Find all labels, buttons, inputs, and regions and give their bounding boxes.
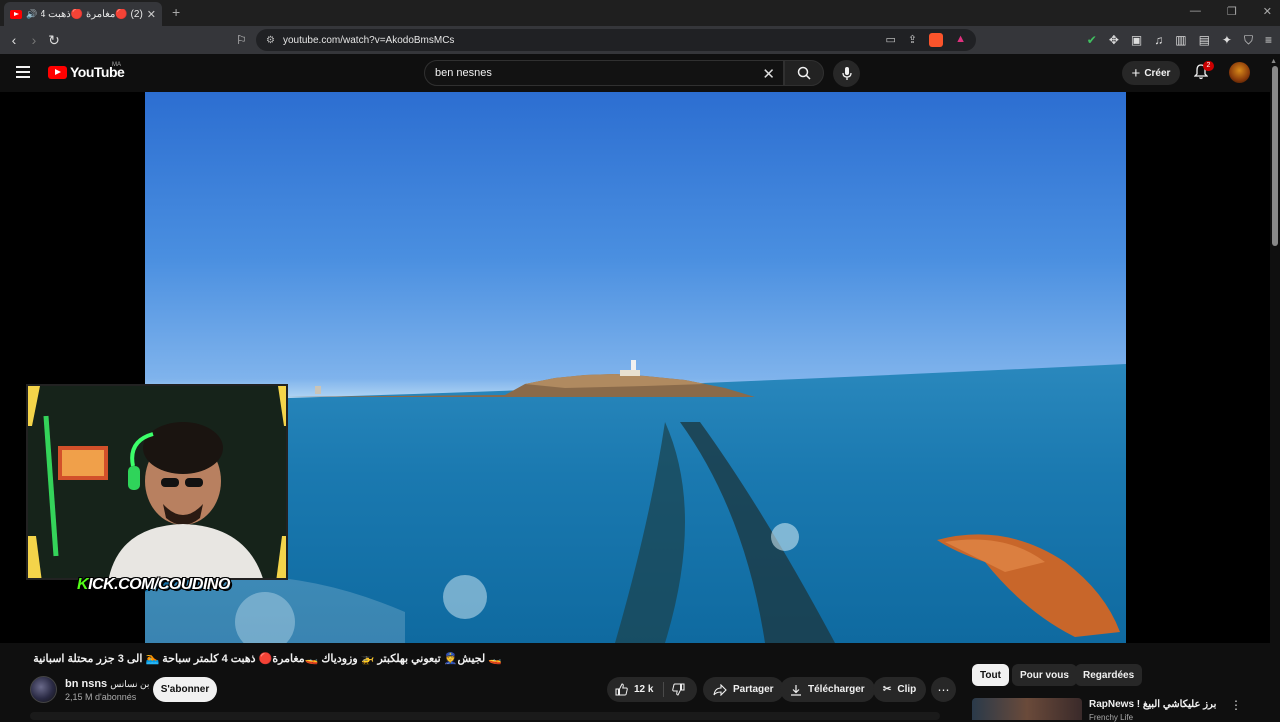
browser-tab-bar: 🔊 (2) 🔴مغامرة 🔴ذهبت 4 كلمتر ✕ + — ❐ ✕ <box>0 0 1280 26</box>
video-title: 🚤 لجيش👮 تبعوني بهلكبتر 🚁 وزودياك 🚤مغامرة… <box>32 653 502 665</box>
search-button[interactable] <box>784 60 824 86</box>
notification-badge: 2 <box>1203 61 1214 71</box>
share-icon[interactable]: ⇪ <box>908 33 917 47</box>
hamburger-menu-icon[interactable] <box>16 66 30 78</box>
share-arrow-icon <box>713 683 727 696</box>
recommendation-title[interactable]: RapNews ! برز عليكاشي البيغ <box>1089 699 1216 710</box>
download-icon <box>791 684 801 696</box>
media-icon[interactable]: ♫ <box>1154 33 1163 48</box>
clip-label: Clip <box>897 684 917 695</box>
kick-channel-overlay: KICK.COM/COUDINO <box>73 574 234 596</box>
extensions-icon[interactable]: ✥ <box>1109 33 1119 48</box>
search-input[interactable] <box>435 67 755 79</box>
kick-letter: K <box>77 576 89 593</box>
cast-icon[interactable]: ▭ <box>885 33 895 47</box>
address-bar-actions: ▭ ⇪ ▲ <box>885 33 966 47</box>
thumbs-down-icon <box>672 683 685 696</box>
video-scene <box>145 360 1126 643</box>
more-actions-button[interactable]: ⋯ <box>931 677 956 702</box>
close-window-button[interactable]: ✕ <box>1263 5 1272 18</box>
chip-watched[interactable]: Regardées <box>1075 664 1143 686</box>
like-button[interactable]: 12 k <box>607 682 665 697</box>
window-controls: — ❐ ✕ <box>1190 5 1272 18</box>
channel-avatar[interactable] <box>30 676 57 703</box>
kick-url: ICK.COM/COUDINO <box>88 576 230 593</box>
search-box: ✕ <box>424 60 784 86</box>
shield-icon[interactable]: ⛉ <box>1244 33 1253 48</box>
clear-search-icon[interactable]: ✕ <box>762 65 775 83</box>
video-frame[interactable] <box>145 92 1126 643</box>
recommendation-more-icon[interactable]: ⋮ <box>1230 698 1242 712</box>
scroll-up-arrow-icon[interactable]: ▲ <box>1270 58 1277 65</box>
streamer-image <box>28 386 286 578</box>
share-button[interactable]: Partager <box>703 677 784 702</box>
download-label: Télécharger <box>808 684 865 695</box>
tab-title: (2) 🔴مغامرة 🔴ذهبت 4 كلمتر <box>41 8 143 20</box>
dislike-button[interactable] <box>664 683 685 696</box>
brave-rewards-icon[interactable]: ▲ <box>955 33 966 47</box>
like-count: 12 k <box>634 684 654 695</box>
sidebar-icon[interactable]: ▥ <box>1175 33 1186 48</box>
back-icon[interactable]: ‹ <box>4 32 24 48</box>
page-scrollbar[interactable] <box>1272 66 1278 246</box>
search-icon <box>797 66 811 80</box>
thumbs-up-icon <box>615 683 628 696</box>
youtube-play-icon <box>48 65 67 79</box>
region-code: MA <box>112 62 121 68</box>
subscriber-count: 2,15 M d'abonnés <box>65 692 137 702</box>
new-tab-button[interactable]: + <box>172 4 180 20</box>
like-dislike-group: 12 k <box>607 677 697 702</box>
vpn-icon[interactable]: ✔ <box>1087 33 1097 48</box>
streamer-webcam-overlay <box>26 384 288 580</box>
account-avatar[interactable] <box>1229 62 1250 83</box>
speaker-icon[interactable]: 🔊 <box>26 9 37 20</box>
recommendation-channel[interactable]: Frenchy Life <box>1089 713 1133 722</box>
voice-search-button[interactable] <box>833 60 860 87</box>
url-text[interactable]: youtube.com/watch?v=AkodoBmsMCs <box>283 35 454 46</box>
clip-button[interactable]: ✂ Clip <box>873 677 927 702</box>
minimize-button[interactable]: — <box>1190 5 1201 18</box>
site-info-icon[interactable]: ⚙ <box>266 35 275 46</box>
brave-shield-icon[interactable] <box>929 33 944 47</box>
create-button[interactable]: + Créer <box>1122 61 1180 85</box>
reload-icon[interactable]: ↻ <box>44 32 64 49</box>
chip-all[interactable]: Tout <box>972 664 1009 686</box>
scissors-icon: ✂ <box>883 684 892 695</box>
browser-extensions: ✔ ✥ ▣ ♫ ▥ ▤ ✦ ⛉ ≡ <box>1087 33 1272 48</box>
screenshot-icon[interactable]: ▣ <box>1131 33 1142 48</box>
description-area <box>30 712 940 720</box>
forward-icon[interactable]: › <box>24 32 44 48</box>
channel-name[interactable]: bn nsns بن نسانس <box>65 678 149 690</box>
video-player-area: KICK.COM/COUDINO <box>0 92 1270 643</box>
restore-button[interactable]: ❐ <box>1227 5 1237 18</box>
microphone-icon <box>841 66 852 80</box>
plus-icon: + <box>1131 64 1141 82</box>
address-bar[interactable]: ⚙ youtube.com/watch?v=AkodoBmsMCs ▭ ⇪ ▲ <box>256 29 976 51</box>
close-tab-icon[interactable]: ✕ <box>147 8 156 21</box>
download-button[interactable]: Télécharger <box>780 677 875 702</box>
browser-tab[interactable]: 🔊 (2) 🔴مغامرة 🔴ذهبت 4 كلمتر ✕ <box>4 2 162 26</box>
menu-icon[interactable]: ≡ <box>1265 33 1272 48</box>
youtube-favicon-icon <box>10 9 22 19</box>
leo-ai-icon[interactable]: ✦ <box>1222 33 1232 48</box>
create-label: Créer <box>1144 67 1171 79</box>
chip-for-you[interactable]: Pour vous <box>1012 664 1077 686</box>
wallet-icon[interactable]: ▤ <box>1199 33 1210 48</box>
share-label: Partager <box>733 684 774 695</box>
bookmark-icon[interactable]: ⚐ <box>236 33 247 47</box>
recommendation-thumbnail[interactable] <box>972 698 1082 720</box>
channel-name-arabic: بن نسانس <box>110 679 150 689</box>
youtube-header: YouTube MA ✕ + Créer 2 <box>0 54 1280 92</box>
subscribe-button[interactable]: S'abonner <box>153 677 217 702</box>
